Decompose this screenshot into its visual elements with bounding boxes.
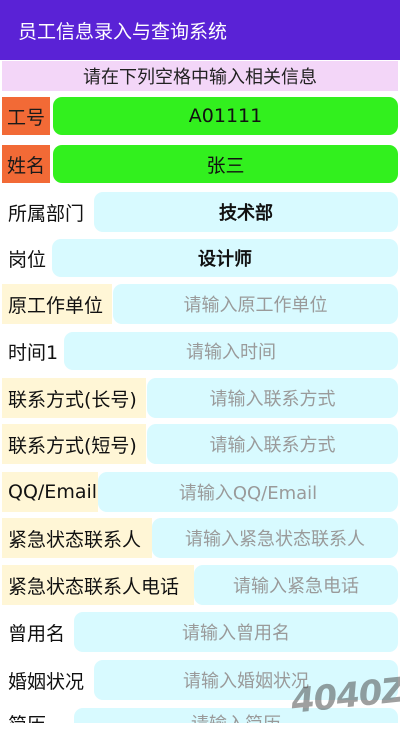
form-row-marital-status: 婚姻状况 请输入婚姻状况 bbox=[0, 660, 400, 700]
form-row-name: 姓名 张三 bbox=[0, 145, 400, 183]
former-employer-input[interactable]: 请输入原工作单位 bbox=[113, 284, 398, 324]
emergency-contact-label: 紧急状态联系人 bbox=[2, 518, 152, 558]
former-employer-label: 原工作单位 bbox=[2, 284, 112, 324]
partial-row-label: 简历 bbox=[2, 708, 74, 723]
form-row-qq-email: QQ/Email 请输入QQ/Email bbox=[0, 472, 400, 512]
app-title: 员工信息录入与查询系统 bbox=[18, 20, 228, 43]
marital-status-input[interactable]: 请输入婚姻状况 bbox=[94, 660, 398, 700]
form-row-department: 所属部门 技术部 bbox=[0, 192, 400, 232]
time-label: 时间1 bbox=[8, 341, 59, 364]
app-bar: 员工信息录入与查询系统 bbox=[0, 0, 400, 60]
form-row-partial: 简历 请输入简历 bbox=[0, 708, 400, 723]
former-name-label: 曾用名 bbox=[8, 622, 66, 645]
phone-short-label: 联系方式(短号) bbox=[2, 424, 146, 464]
qq-email-input[interactable]: 请输入QQ/Email bbox=[98, 472, 398, 512]
partial-row-input[interactable]: 请输入简历 bbox=[74, 708, 398, 723]
phone-long-label: 联系方式(长号) bbox=[2, 378, 146, 418]
name-input[interactable]: 张三 bbox=[53, 145, 398, 183]
position-input[interactable]: 设计师 bbox=[52, 239, 398, 277]
form-row-phone-long: 联系方式(长号) 请输入联系方式 bbox=[0, 378, 400, 418]
emergency-contact-input[interactable]: 请输入紧急状态联系人 bbox=[152, 518, 398, 558]
form-row-position: 岗位 设计师 bbox=[0, 239, 400, 277]
marital-status-label: 婚姻状况 bbox=[8, 670, 85, 693]
form-row-emergency-phone: 紧急状态联系人电话 请输入紧急电话 bbox=[0, 565, 400, 605]
phone-short-input[interactable]: 请输入联系方式 bbox=[147, 424, 398, 464]
former-name-input[interactable]: 请输入曾用名 bbox=[74, 612, 398, 652]
form-row-id: 工号 A01111 bbox=[0, 97, 400, 135]
position-label: 岗位 bbox=[8, 248, 47, 271]
emergency-phone-label: 紧急状态联系人电话 bbox=[2, 565, 194, 605]
department-label: 所属部门 bbox=[8, 202, 85, 225]
instruction-text: 请在下列空格中输入相关信息 bbox=[83, 67, 317, 88]
department-input[interactable]: 技术部 bbox=[94, 192, 398, 232]
id-input[interactable]: A01111 bbox=[53, 97, 398, 135]
form-row-former-name: 曾用名 请输入曾用名 bbox=[0, 612, 400, 652]
emergency-phone-input[interactable]: 请输入紧急电话 bbox=[194, 565, 398, 605]
form-row-phone-short: 联系方式(短号) 请输入联系方式 bbox=[0, 424, 400, 464]
instruction-banner: 请在下列空格中输入相关信息 bbox=[2, 61, 398, 91]
id-label: 工号 bbox=[2, 97, 50, 135]
form-row-emergency-contact: 紧急状态联系人 请输入紧急状态联系人 bbox=[0, 518, 400, 558]
qq-email-label: QQ/Email bbox=[2, 472, 98, 512]
time-input[interactable]: 请输入时间 bbox=[64, 332, 398, 370]
form-row-former-employer: 原工作单位 请输入原工作单位 bbox=[0, 284, 400, 324]
phone-long-input[interactable]: 请输入联系方式 bbox=[147, 378, 398, 418]
form-row-time: 时间1 请输入时间 bbox=[0, 332, 400, 370]
name-label: 姓名 bbox=[2, 145, 50, 183]
